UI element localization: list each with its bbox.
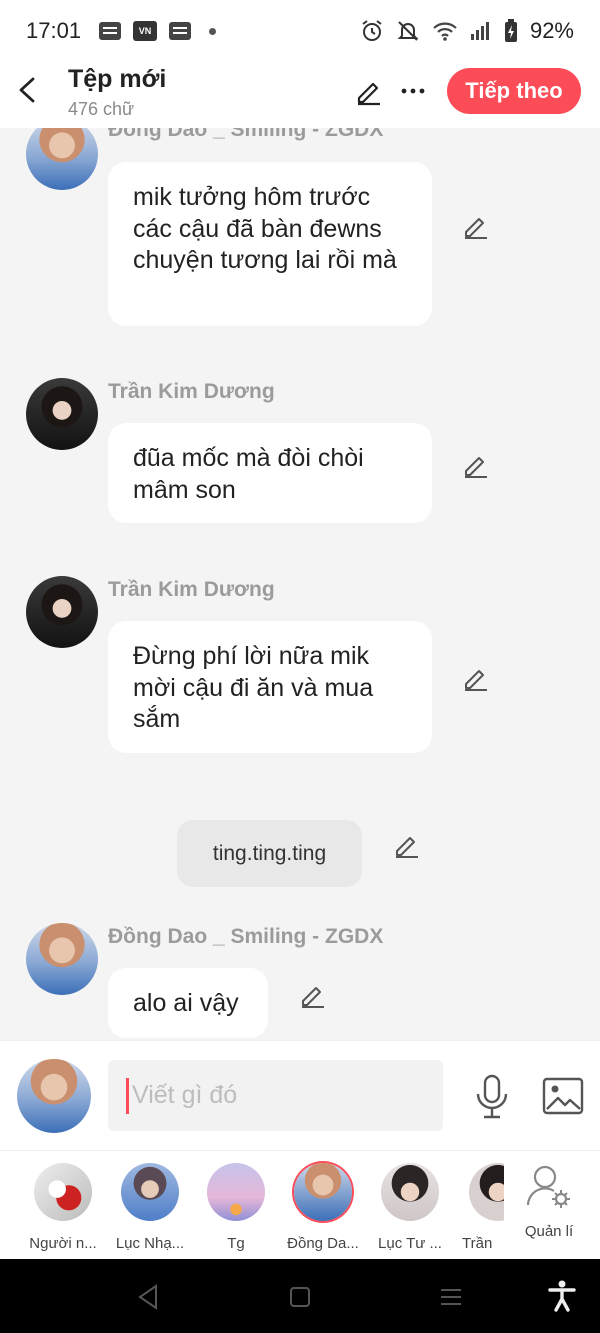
microphone-icon[interactable] [474,1074,510,1120]
edit-message-icon[interactable] [462,664,490,692]
nav-back-icon[interactable] [136,1284,160,1310]
page-title: Tệp mới [68,65,167,93]
more-options-icon[interactable] [400,78,426,104]
wifi-icon [433,22,457,41]
message-bubble[interactable]: alo ai vậy [108,968,268,1038]
next-button[interactable]: Tiếp theo [447,68,581,114]
message-input[interactable] [132,1060,432,1131]
user-settings-icon [526,1165,570,1208]
character-avatar [294,1163,352,1221]
character-label: Trần [462,1235,493,1252]
edit-message-icon[interactable] [393,831,421,859]
nav-home-icon[interactable] [289,1286,311,1308]
status-bar: 17:01 VN 92% [0,0,600,62]
character-bar: Người n... Lục Nhạ... Tg Đồng Da... Lục … [0,1150,600,1259]
sender-name: Trần Kim Dương [108,578,275,601]
dot-icon [209,27,217,35]
image-icon[interactable] [542,1077,584,1115]
notification-icon [169,22,192,40]
nav-recents-icon[interactable] [440,1287,462,1307]
manage-label: Quản lí [524,1223,574,1240]
sender-name: Trần Kim Dương [108,380,275,403]
vn-app-icon: VN [133,21,158,41]
character-label: Tg [227,1235,245,1252]
character-item[interactable]: Lục Nhạ... [107,1163,193,1252]
signal-icon [470,22,489,40]
avatar[interactable] [26,378,98,450]
character-item[interactable]: Trần [452,1163,504,1252]
character-item-selected[interactable]: Đồng Da... [280,1163,366,1252]
notification-icon [99,22,122,40]
current-character-avatar[interactable] [17,1059,91,1133]
status-time: 17:01 [26,18,82,43]
message-bubble[interactable]: đũa mốc mà đòi chòi mâm son [108,423,432,523]
message-bubble[interactable]: mik tưởng hôm trước các cậu đã bàn đewns… [108,162,432,326]
battery-charging-icon [504,19,517,42]
avatar[interactable] [26,576,98,648]
manage-characters-button[interactable]: Quản lí [512,1163,586,1240]
character-item[interactable]: Lục Tư ... [367,1163,453,1252]
system-navigation-bar [0,1259,600,1333]
chat-area[interactable]: Đồng Dao _ Smiling - ZGDX mik tưởng hôm … [0,128,600,1040]
edit-message-icon[interactable] [462,212,490,240]
mute-icon [397,21,419,41]
character-item[interactable]: Tg [193,1163,279,1252]
character-avatar [207,1163,265,1221]
character-label: Lục Tư ... [378,1235,442,1252]
back-arrow-icon[interactable] [14,74,42,106]
character-avatar [121,1163,179,1221]
text-cursor [126,1078,129,1114]
notification-icons: VN [99,21,217,41]
character-avatar [34,1163,92,1221]
accessibility-icon[interactable] [548,1280,576,1312]
character-avatar [381,1163,439,1221]
sender-name: Đồng Dao _ Smiling - ZGDX [108,925,384,948]
edit-message-icon[interactable] [299,981,327,1009]
avatar[interactable] [26,128,98,190]
word-count: 476 chữ [68,99,135,119]
narration-bubble[interactable]: ting.ting.ting [177,820,362,887]
character-label: Lục Nhạ... [115,1235,185,1252]
message-input-box[interactable] [108,1060,443,1131]
character-item[interactable]: Người n... [20,1163,106,1252]
message-bubble[interactable]: Đừng phí lời nữa mik mời cậu đi ăn và mu… [108,621,432,753]
system-icons: 92% [360,18,574,44]
battery-percentage: 92% [529,18,574,43]
character-label: Đồng Da... [287,1235,359,1252]
edit-message-icon[interactable] [462,451,490,479]
character-label: Người n... [29,1235,97,1252]
alarm-icon [362,20,382,41]
sender-name: Đồng Dao _ Smiling - ZGDX [108,128,384,141]
edit-title-icon[interactable] [354,76,384,106]
message-composer [0,1040,600,1150]
avatar[interactable] [26,923,98,995]
app-header: Tệp mới 476 chữ Tiếp theo [0,62,600,128]
character-avatar [469,1163,504,1221]
